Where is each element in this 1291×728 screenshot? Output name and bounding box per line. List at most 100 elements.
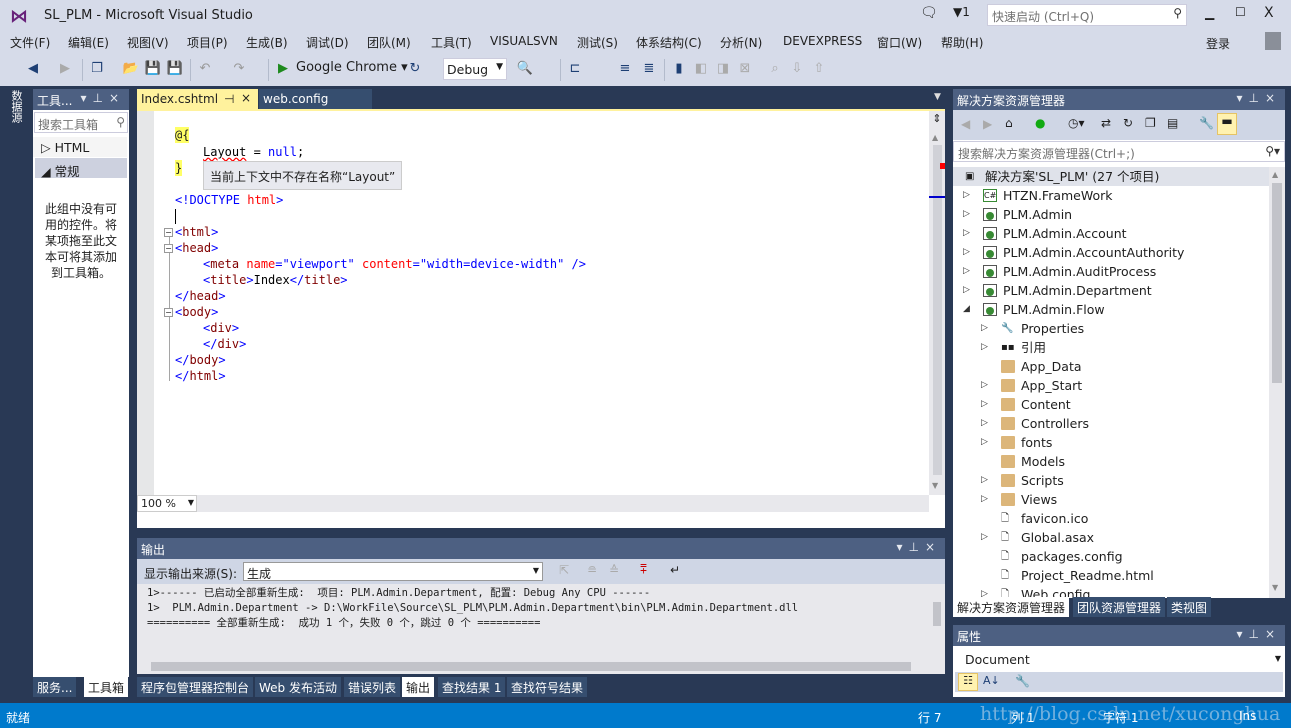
scroll-down-icon[interactable]: ▼ (1272, 583, 1278, 592)
collapsed-arrow-icon[interactable]: ▷ (963, 205, 973, 224)
output-vscrollbar[interactable] (929, 586, 945, 658)
bottom-tab[interactable]: 查找符号结果 (507, 677, 588, 697)
bookmark-icon[interactable]: ▮ (670, 60, 688, 78)
collapse-html-icon[interactable]: − (164, 228, 173, 237)
tree-item[interactable]: ▷ PLM.Admin (953, 205, 1269, 224)
tab-toolbox[interactable]: 工具箱 (84, 677, 129, 697)
bottom-tab[interactable]: 输出 (402, 677, 435, 697)
tree-item[interactable]: ▷ Views (953, 490, 1269, 509)
pin-icon[interactable]: ▾⊥× (1236, 91, 1281, 105)
arrow-up-icon[interactable]: ⇧ (810, 60, 828, 78)
notification-flag[interactable]: ▼1 (953, 5, 970, 19)
scroll-thumb[interactable] (933, 145, 942, 475)
menu-item[interactable]: 测试(S) (577, 34, 618, 51)
menu-item[interactable]: VISUALSVN (490, 34, 558, 48)
next-bookmark-icon[interactable]: ◨ (714, 60, 732, 78)
menu-item[interactable]: DEVEXPRESS (783, 34, 862, 48)
start-debug-icon[interactable]: ▶ (274, 60, 292, 78)
find-in-files-icon[interactable]: 🔍 (516, 60, 534, 78)
feedback-icon[interactable]: 🗨 (920, 5, 938, 21)
collapsed-arrow-icon[interactable]: ▷ (981, 338, 991, 357)
maximize-button[interactable]: ☐ (1235, 5, 1246, 19)
menu-item[interactable]: 文件(F) (10, 34, 50, 51)
sign-in-link[interactable]: 登录 (1206, 35, 1230, 52)
bottom-tab[interactable]: Web 发布活动 (255, 677, 341, 697)
show-all-files-icon[interactable]: ▤ (1167, 116, 1178, 130)
toolbox-group-html[interactable]: ▷ HTML (33, 137, 127, 157)
pin-icon[interactable]: ⊣ (224, 92, 234, 106)
tree-item[interactable]: 🗋 favicon.ico (953, 509, 1269, 528)
tree-item[interactable]: App_Data (953, 357, 1269, 376)
pin-icon[interactable]: ▾⊥× (80, 91, 125, 105)
comment-icon[interactable]: ≡ (616, 60, 634, 78)
pending-changes-icon[interactable]: ◷▾ (1068, 116, 1085, 130)
tree-item[interactable]: ▷ Controllers (953, 414, 1269, 433)
clear-all-icon[interactable]: ⩱ (640, 562, 647, 577)
next-message-icon[interactable]: ≙ (609, 563, 619, 577)
zoom-select[interactable]: 100 % ▼ (137, 495, 197, 512)
collapsed-arrow-icon[interactable]: ▷ (963, 186, 973, 205)
word-wrap-icon[interactable]: ↵ (670, 563, 680, 577)
tree-item[interactable]: ▷ PLM.Admin.Department (953, 281, 1269, 300)
prev-message-icon[interactable]: ≘ (587, 563, 597, 577)
tree-item[interactable]: ◢ PLM.Admin.Flow (953, 300, 1269, 319)
tab-server-explorer[interactable]: 服务... (33, 677, 77, 697)
back-icon[interactable]: ◀ (24, 60, 42, 78)
go-to-location-icon[interactable]: ⇱ (559, 563, 569, 577)
data-sources-tab[interactable]: 数据源 (8, 90, 24, 123)
close-button[interactable]: X (1264, 5, 1274, 21)
collapsed-arrow-icon[interactable]: ▷ (981, 414, 991, 433)
categorized-icon[interactable]: ☷ (958, 673, 978, 691)
split-icon[interactable]: ⇕ (930, 112, 944, 128)
back-icon[interactable]: ◀ (961, 117, 970, 131)
bottom-tab[interactable]: 类视图 (1167, 597, 1212, 617)
properties-object-select[interactable]: Document ▼ (957, 649, 1283, 671)
user-avatar[interactable] (1265, 32, 1281, 50)
output-text[interactable]: 1>------ 已启动全部重新生成: 项目: PLM.Admin.Depart… (147, 586, 927, 631)
refresh-icon[interactable]: ↻ (406, 60, 424, 78)
tree-item[interactable]: Models (953, 452, 1269, 471)
new-project-icon[interactable]: ❐ (88, 60, 106, 78)
collapsed-arrow-icon[interactable]: ▷ (981, 433, 991, 452)
home-icon[interactable]: ⌂ (1005, 116, 1013, 130)
collapsed-arrow-icon[interactable]: ▷ (981, 376, 991, 395)
tree-item[interactable]: ▣ 解决方案'SL_PLM' (27 个项目) (953, 167, 1269, 186)
menu-item[interactable]: 体系结构(C) (636, 34, 702, 51)
prev-bookmark-icon[interactable]: ◧ (692, 60, 710, 78)
tree-item[interactable]: ▷ fonts (953, 433, 1269, 452)
open-file-icon[interactable]: 📂 (122, 60, 140, 78)
bottom-tab[interactable]: 团队资源管理器 (1073, 597, 1166, 617)
collapse-head-icon[interactable]: − (164, 244, 173, 253)
error-marker[interactable] (940, 163, 945, 169)
output-hscrollbar[interactable] (151, 662, 911, 671)
sync-icon[interactable]: ● (1035, 116, 1045, 130)
tree-item[interactable]: 🗋 Project_Readme.html (953, 566, 1269, 585)
pin-icon[interactable]: ▾⊥× (896, 540, 941, 554)
configuration-select[interactable]: Debug ▼ (443, 58, 507, 80)
tree-item[interactable]: ▷ PLM.Admin.AccountAuthority (953, 243, 1269, 262)
editor-vscrollbar[interactable]: ⇕ ▲ ▼ (929, 111, 945, 495)
code-editor[interactable]: ⇕ ▲ ▼ 100 % ▼ @{ Layout = null; } 当前上下文中不… (137, 109, 945, 528)
tab-web-config[interactable]: web.config (259, 89, 372, 109)
menu-item[interactable]: 帮助(H) (941, 34, 983, 51)
scroll-down-icon[interactable]: ▼ (932, 481, 938, 490)
arrow-down-icon[interactable]: ⇩ (788, 60, 806, 78)
tab-index-cshtml[interactable]: Index.cshtml ⊣ × (137, 89, 258, 110)
collapsed-arrow-icon[interactable]: ▷ (963, 262, 973, 281)
tab-overflow-icon[interactable]: ▼ (934, 92, 941, 102)
tree-item[interactable]: ▷ C# HTZN.FrameWork (953, 186, 1269, 205)
output-source-select[interactable]: 生成 ▼ (243, 562, 543, 581)
menu-item[interactable]: 调试(D) (306, 34, 349, 51)
uncomment-icon[interactable]: ≣ (640, 60, 658, 78)
tree-item[interactable]: ▷ ▪▪ 引用 (953, 338, 1269, 357)
collapsed-arrow-icon[interactable]: ▷ (981, 490, 991, 509)
menu-item[interactable]: 编辑(E) (68, 34, 109, 51)
menu-item[interactable]: 分析(N) (720, 34, 762, 51)
menu-item[interactable]: 窗口(W) (877, 34, 922, 51)
tree-item[interactable]: ▷ App_Start (953, 376, 1269, 395)
redo-icon[interactable]: ↷ (230, 60, 248, 78)
menu-item[interactable]: 视图(V) (127, 34, 169, 51)
toolbox-group-general[interactable]: ◢ 常规 (35, 158, 127, 179)
tree-vscrollbar[interactable]: ▲ ▼ (1269, 167, 1285, 598)
clear-bookmarks-icon[interactable]: ⊠ (736, 60, 754, 78)
